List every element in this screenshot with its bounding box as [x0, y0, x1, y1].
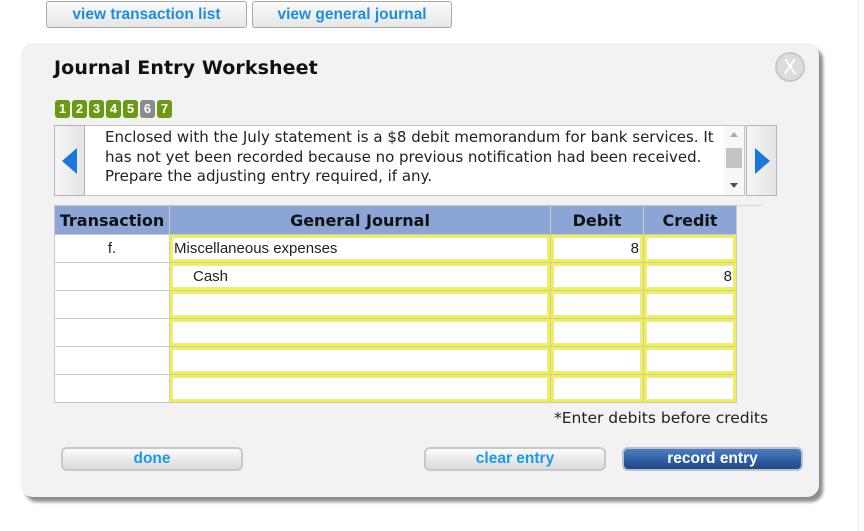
credit-input[interactable] — [644, 291, 736, 318]
header-credit: Credit — [643, 205, 737, 235]
debit-input[interactable]: 8 — [551, 235, 643, 262]
table-row — [54, 318, 737, 347]
view-general-journal-button[interactable]: view general journal — [252, 1, 452, 28]
triangle-left-icon — [62, 148, 77, 174]
step-3[interactable]: 3 — [89, 100, 104, 118]
header-general-journal: General Journal — [169, 205, 551, 235]
table-row: f. Miscellaneous expenses 8 — [54, 234, 737, 263]
credit-input[interactable] — [644, 347, 736, 374]
account-input[interactable]: Miscellaneous expenses — [170, 235, 550, 262]
scroll-up-arrow-icon[interactable] — [730, 132, 738, 137]
clear-entry-button[interactable]: clear entry — [424, 447, 606, 471]
debit-input[interactable] — [551, 375, 643, 402]
journal-entry-worksheet-dialog: Journal Entry Worksheet X 1 2 3 4 5 6 7 … — [21, 43, 819, 497]
divider — [736, 205, 762, 206]
next-button[interactable] — [746, 125, 777, 196]
debit-input[interactable] — [551, 319, 643, 346]
close-icon[interactable]: X — [775, 52, 805, 82]
credit-input[interactable] — [644, 375, 736, 402]
view-transaction-list-button[interactable]: view transaction list — [46, 1, 247, 28]
step-2[interactable]: 2 — [72, 100, 87, 118]
transaction-cell — [54, 374, 170, 403]
step-4[interactable]: 4 — [106, 100, 121, 118]
debit-input[interactable] — [551, 347, 643, 374]
credit-input[interactable] — [644, 319, 736, 346]
prompt-text: Enclosed with the July statement is a $8… — [105, 128, 714, 185]
table-row — [54, 374, 737, 403]
step-indicator: 1 2 3 4 5 6 7 — [55, 100, 172, 118]
debit-input[interactable] — [551, 291, 643, 318]
transaction-cell — [54, 318, 170, 347]
credit-input[interactable] — [644, 235, 736, 262]
transaction-cell: f. — [54, 234, 170, 263]
step-5[interactable]: 5 — [123, 100, 138, 118]
table-row: Cash 8 — [54, 262, 737, 291]
transaction-cell — [54, 290, 170, 319]
debits-before-credits-hint: *Enter debits before credits — [554, 409, 769, 427]
triangle-right-icon — [755, 148, 770, 174]
scroll-down-arrow-icon[interactable] — [730, 183, 738, 188]
table-header-row: Transaction General Journal Debit Credit — [54, 205, 737, 235]
prompt-scrollbar[interactable] — [724, 126, 744, 195]
account-input[interactable] — [170, 347, 550, 374]
page-edge — [858, 0, 859, 531]
credit-input[interactable]: 8 — [644, 263, 736, 290]
done-button[interactable]: done — [61, 447, 243, 471]
dialog-title: Journal Entry Worksheet — [54, 57, 318, 79]
table-row — [54, 346, 737, 375]
account-input[interactable] — [170, 375, 550, 402]
step-7[interactable]: 7 — [157, 100, 172, 118]
transaction-cell — [54, 346, 170, 375]
debit-input[interactable] — [551, 263, 643, 290]
header-debit: Debit — [550, 205, 644, 235]
header-transaction: Transaction — [54, 205, 170, 235]
table-row — [54, 290, 737, 319]
step-6-current[interactable]: 6 — [140, 100, 155, 118]
account-input[interactable] — [170, 291, 550, 318]
previous-button[interactable] — [54, 125, 85, 196]
transaction-cell — [54, 262, 170, 291]
scroll-thumb[interactable] — [726, 148, 742, 168]
record-entry-button[interactable]: record entry — [622, 447, 803, 471]
step-1[interactable]: 1 — [55, 100, 70, 118]
account-input[interactable]: Cash — [170, 263, 550, 290]
prompt-box: Enclosed with the July statement is a $8… — [85, 125, 745, 196]
journal-table: Transaction General Journal Debit Credit… — [54, 205, 737, 403]
account-input[interactable] — [170, 319, 550, 346]
